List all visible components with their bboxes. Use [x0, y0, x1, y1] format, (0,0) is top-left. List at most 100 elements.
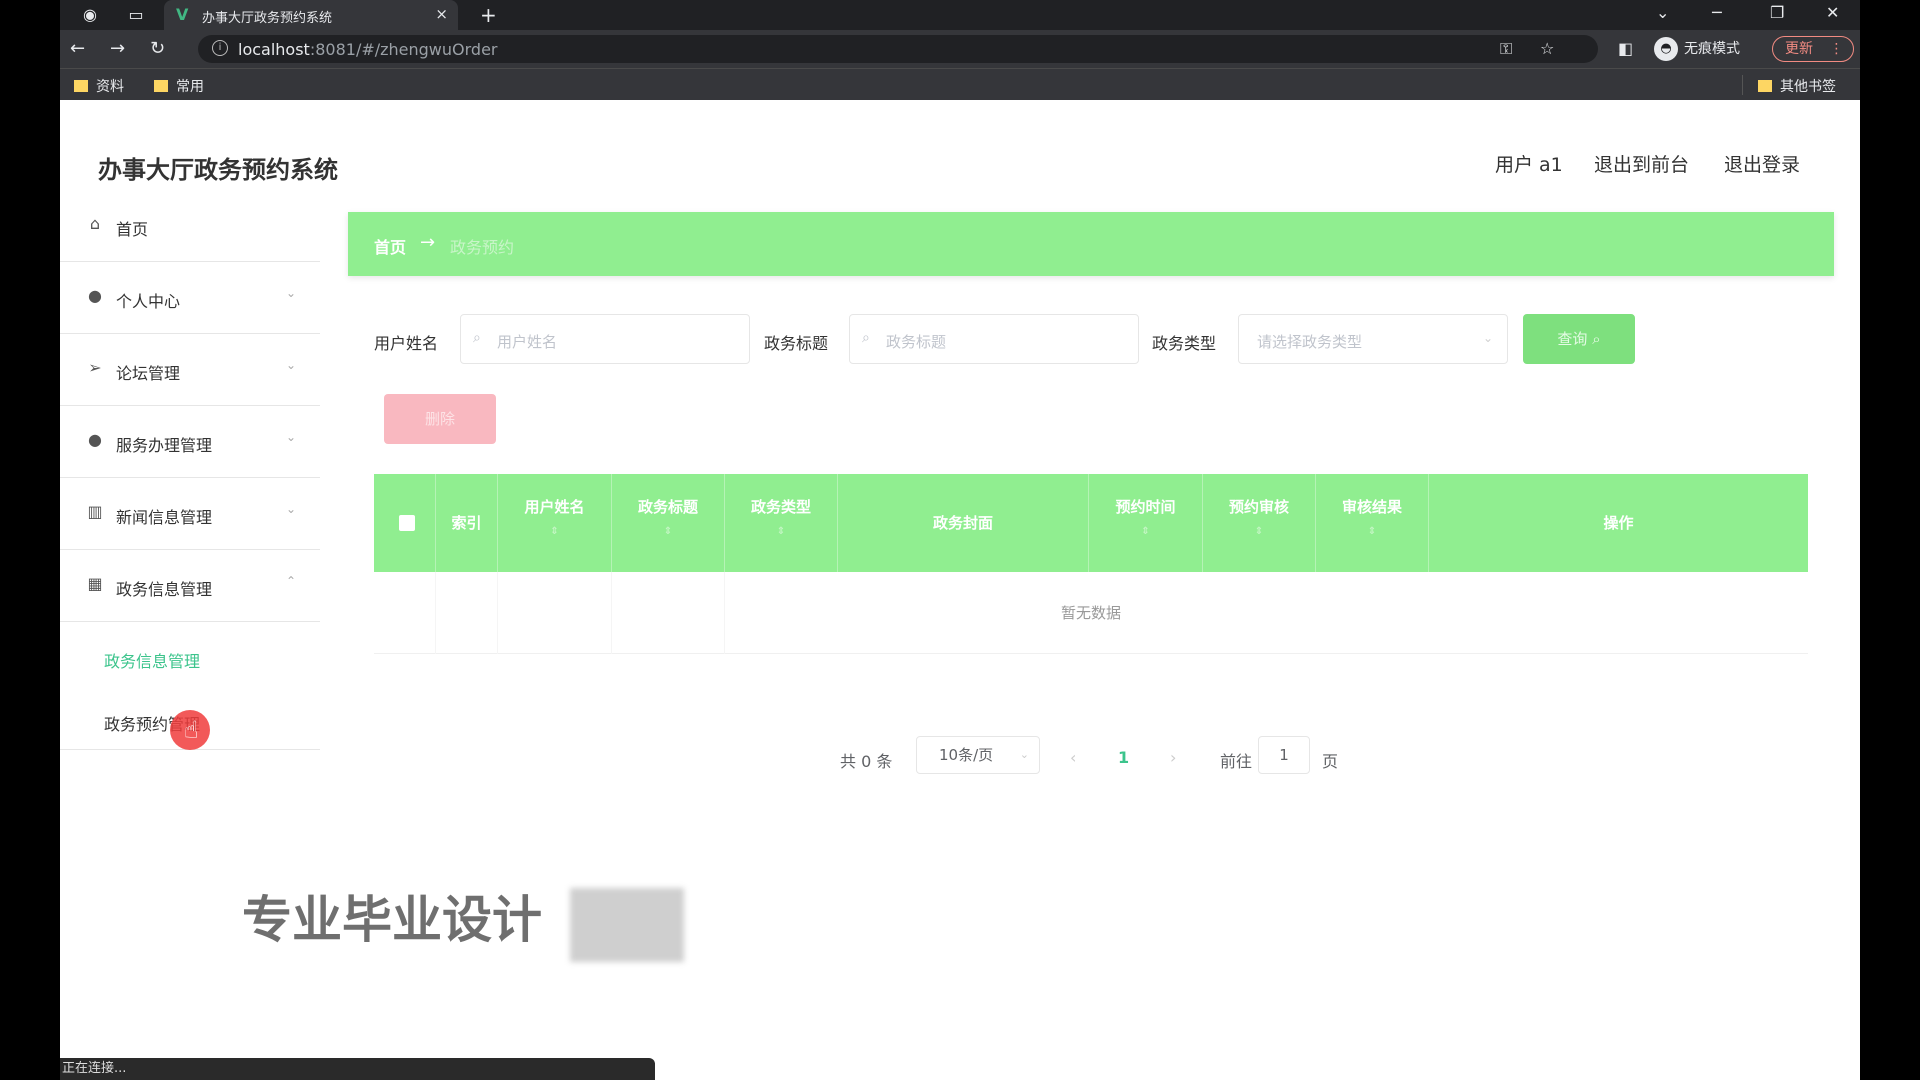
back-icon[interactable]: ← — [70, 38, 85, 59]
search-icon: ⌕ — [1592, 330, 1601, 348]
chevron-down-icon: ⌄ — [1019, 748, 1029, 761]
tab-close-icon[interactable]: × — [435, 5, 448, 23]
bookmark-label: 常用 — [176, 79, 204, 95]
bookmark-folder[interactable]: 常用 — [154, 76, 204, 96]
chart-icon: ▥ — [87, 502, 103, 521]
select-all-cell — [374, 474, 436, 572]
column-title: 索引 — [451, 514, 482, 532]
username-label: 用户姓名 — [374, 334, 439, 353]
forward-icon[interactable]: → — [110, 38, 125, 59]
browser-tab[interactable]: V 办事大厅政务预约系统 × — [164, 0, 458, 30]
tab-overview-icon[interactable]: ▭ — [126, 5, 146, 25]
column-header[interactable]: 预约审核 ⇕ — [1203, 474, 1316, 572]
star-icon[interactable]: ☆ — [1540, 39, 1554, 58]
column-title: 审核结果 — [1341, 498, 1402, 516]
blurred-region — [570, 888, 684, 962]
breadcrumb-home[interactable]: 首页 — [374, 234, 406, 258]
sidebar-item-forum[interactable]: ➢ 论坛管理 ⌄ — [60, 334, 320, 406]
sidebar-item-label: 政务信息管理 — [116, 580, 213, 599]
username-input[interactable]: ⌕ 用户姓名 — [460, 314, 750, 364]
column-header[interactable]: 用户姓名 ⇕ — [498, 474, 612, 572]
close-window-icon[interactable]: ✕ — [1826, 3, 1839, 22]
sidebar-item-label: 个人中心 — [116, 292, 181, 311]
next-page-icon[interactable]: › — [1170, 748, 1176, 767]
reload-icon[interactable]: ↻ — [150, 38, 165, 59]
sidebar-item-news[interactable]: ▥ 新闻信息管理 ⌄ — [60, 478, 320, 550]
username-placeholder: 用户姓名 — [497, 333, 558, 351]
goto-page-input[interactable]: 1 — [1258, 736, 1310, 774]
restore-icon[interactable]: ❐ — [1770, 3, 1784, 22]
column-header[interactable]: 预约时间 ⇕ — [1089, 474, 1203, 572]
goto-prefix: 前往 — [1220, 752, 1253, 771]
site-info-icon[interactable]: i — [212, 40, 228, 56]
column-title: 政务标题 — [637, 498, 698, 516]
minimize-icon[interactable]: ─ — [1712, 3, 1722, 22]
bookmark-folder[interactable]: 资料 — [74, 76, 124, 96]
sort-icon[interactable]: ⇕ — [725, 526, 837, 537]
tab-search-icon[interactable]: ⌄ — [1656, 3, 1669, 22]
sidebar-item-personal-center[interactable]: ● 个人中心 ⌄ — [60, 262, 320, 334]
column-header[interactable]: 审核结果 ⇕ — [1316, 474, 1429, 572]
table-header: 索引 用户姓名 ⇕ 政务标题 ⇕ 政务类型 ⇕ 政务封面 预约时间 ⇕ 预约审核 ⇕ 审核… — [374, 474, 1808, 572]
more-icon: ⋮ — [1829, 41, 1844, 57]
url-field[interactable]: i localhost:8081/#/zhengwuOrder ⚿ ☆ — [198, 35, 1598, 63]
other-bookmarks[interactable]: 其他书签 — [1758, 76, 1836, 96]
prev-page-icon[interactable]: ‹ — [1070, 748, 1076, 767]
back-to-front-link[interactable]: 退出到前台 — [1594, 150, 1689, 177]
pointer-cursor-icon: ☝ — [184, 716, 199, 744]
empty-state: 暂无数据 — [1060, 604, 1121, 622]
page-size-value: 10条/页 — [939, 746, 994, 764]
sort-icon[interactable]: ⇕ — [498, 526, 611, 537]
vue-favicon-icon: V — [176, 5, 189, 24]
new-tab-button[interactable]: + — [480, 3, 497, 27]
page-number[interactable]: 1 — [1118, 748, 1129, 767]
select-all-checkbox[interactable] — [399, 515, 415, 531]
column-header: 操作 — [1429, 474, 1808, 572]
user-icon: ● — [88, 286, 102, 305]
breadcrumb-current: 政务预约 — [450, 238, 515, 257]
sidebar: ⌂ 首页 ● 个人中心 ⌄ ➢ 论坛管理 ⌄ ● 服务办理管理 ⌄ ▥ 新闻信息… — [60, 190, 320, 750]
submenu-item-government-info[interactable]: 政务信息管理 — [104, 648, 200, 672]
address-bar: ← → ↻ i localhost:8081/#/zhengwuOrder ⚿ … — [60, 30, 1860, 68]
chevron-down-icon: ⌄ — [1482, 331, 1493, 345]
delete-label: 删除 — [424, 410, 455, 428]
title-input[interactable]: ⌕ 政务标题 — [849, 314, 1139, 364]
logout-link[interactable]: 退出登录 — [1724, 150, 1800, 177]
sidebar-item-government[interactable]: ▦ 政务信息管理 ⌃ — [60, 550, 320, 622]
side-panel-icon[interactable]: ◧ — [1618, 39, 1633, 58]
folder-icon — [74, 80, 88, 92]
sidebar-item-home[interactable]: ⌂ 首页 — [60, 190, 320, 262]
tab-title: 办事大厅政务预约系统 — [202, 11, 333, 26]
column-header[interactable]: 政务封面 — [838, 474, 1089, 572]
browser-menu-icon[interactable]: ◉ — [80, 5, 100, 25]
send-icon: ➢ — [88, 358, 102, 377]
incognito-indicator[interactable]: ◓ 无痕模式 — [1654, 37, 1740, 61]
total-count: 共 0 条 — [840, 752, 893, 771]
sidebar-item-service[interactable]: ● 服务办理管理 ⌄ — [60, 406, 320, 478]
delete-button[interactable]: 删除 — [384, 394, 496, 444]
app-title: 办事大厅政务预约系统 — [98, 156, 338, 184]
column-header[interactable]: 政务类型 ⇕ — [725, 474, 838, 572]
type-select[interactable]: 请选择政务类型 ⌄ — [1238, 314, 1508, 364]
column-title: 预约时间 — [1115, 498, 1176, 516]
type-placeholder: 请选择政务类型 — [1257, 333, 1363, 351]
url-host: localhost — [238, 40, 310, 59]
folder-icon — [1758, 80, 1772, 92]
query-button[interactable]: 查询 ⌕ — [1523, 314, 1635, 364]
sort-icon[interactable]: ⇕ — [1203, 526, 1315, 537]
chevron-down-icon: ⌄ — [285, 430, 296, 444]
chevron-up-icon: ⌃ — [285, 574, 296, 588]
search-icon: ⌕ — [473, 330, 481, 346]
key-icon[interactable]: ⚿ — [1500, 39, 1512, 59]
sidebar-item-label: 首页 — [116, 220, 149, 239]
sort-icon[interactable]: ⇕ — [1316, 526, 1428, 537]
column-header[interactable]: 政务标题 ⇕ — [612, 474, 725, 572]
sort-icon[interactable]: ⇕ — [1089, 526, 1202, 537]
search-icon: ⌕ — [862, 330, 870, 346]
sort-icon[interactable]: ⇕ — [612, 526, 724, 537]
bookmark-divider — [1742, 75, 1743, 95]
update-button[interactable]: 更新 ⋮ — [1772, 36, 1854, 62]
type-label: 政务类型 — [1152, 334, 1217, 353]
page-size-select[interactable]: 10条/页 ⌄ — [916, 736, 1040, 774]
chevron-down-icon: ⌄ — [285, 358, 296, 372]
